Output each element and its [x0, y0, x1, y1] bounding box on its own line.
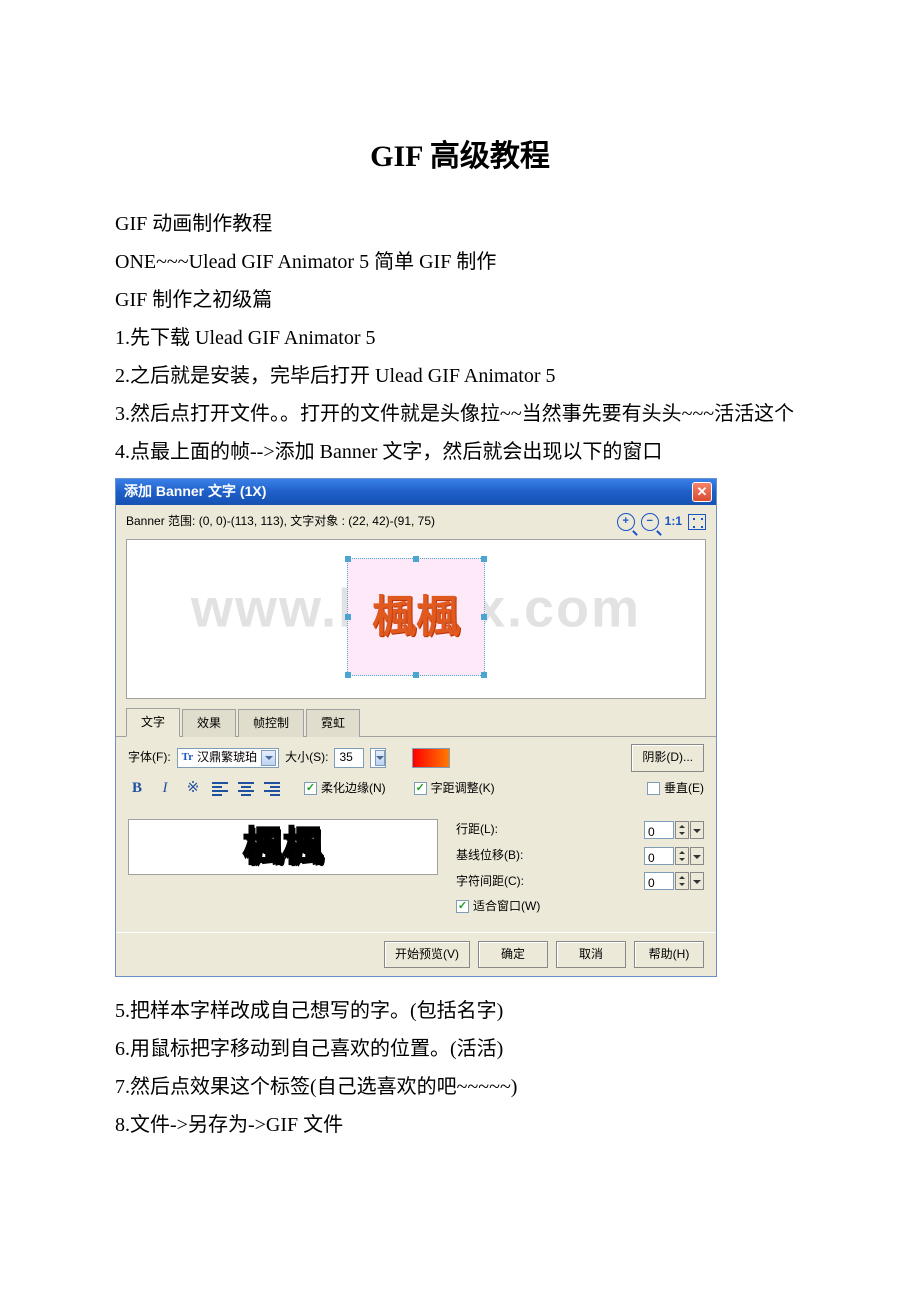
sample-textbox[interactable]: 楓楓 [128, 819, 438, 875]
size-dropdown[interactable] [370, 748, 386, 768]
align-left-icon[interactable] [212, 782, 228, 796]
body-text: 3.然后点打开文件。。打开的文件就是头像拉~~当然事先要有头头~~~活活这个 [115, 396, 805, 432]
tab-text[interactable]: 文字 [126, 708, 180, 738]
body-text: 8.文件->另存为->GIF 文件 [115, 1107, 805, 1143]
tab-effect[interactable]: 效果 [182, 709, 236, 738]
tab-neon[interactable]: 霓虹 [306, 709, 360, 738]
chevron-down-icon[interactable] [375, 750, 385, 766]
cancel-button[interactable]: 取消 [556, 941, 626, 969]
zoom-in-icon[interactable]: + [617, 513, 635, 531]
body-text: 6.用鼠标把字移动到自己喜欢的位置。(活活) [115, 1031, 805, 1067]
line-spacing-label: 行距(L): [456, 819, 498, 841]
soften-checkbox[interactable]: ✓ 柔化边缘(N) [304, 778, 386, 800]
kerning-checkbox[interactable]: ✓ 字距调整(K) [414, 778, 495, 800]
baseline-label: 基线位移(B): [456, 845, 523, 867]
size-input[interactable]: 35 [334, 748, 364, 768]
font-name-value: 汉鼎繁琥珀 [197, 747, 257, 769]
page-title: GIF 高级教程 [115, 130, 805, 184]
body-text: 1.先下载 Ulead GIF Animator 5 [115, 320, 805, 356]
chevron-down-icon[interactable] [261, 750, 276, 766]
body-text: 7.然后点效果这个标签(自己选喜欢的吧~~~~~) [115, 1069, 805, 1105]
dialog-title: 添加 Banner 文字 (1X) [124, 479, 692, 504]
vertical-label: 垂直(E) [664, 778, 704, 800]
dialog-info-row: Banner 范围: (0, 0)-(113, 113), 文字对象 : (22… [116, 505, 716, 539]
help-button[interactable]: 帮助(H) [634, 941, 704, 969]
kerning-label: 字距调整(K) [431, 778, 495, 800]
zoom-ratio-label[interactable]: 1:1 [665, 511, 682, 533]
line-spacing-value[interactable]: 0 [644, 821, 674, 839]
body-text: 5.把样本字样改成自己想写的字。(包括名字) [115, 993, 805, 1029]
body-text: ONE~~~Ulead GIF Animator 5 简单 GIF 制作 [115, 244, 805, 280]
close-icon[interactable]: ✕ [692, 482, 712, 502]
font-combo[interactable]: Tr 汉鼎繁琥珀 [177, 748, 279, 768]
align-center-icon[interactable] [238, 782, 254, 796]
truetype-icon: Tr [182, 748, 193, 768]
vertical-checkbox[interactable]: 垂直(E) [647, 778, 704, 800]
body-text: GIF 制作之初级篇 [115, 282, 805, 318]
shadow-button[interactable]: 阴影(D)... [631, 744, 704, 772]
controls-panel: 字体(F): Tr 汉鼎繁琥珀 大小(S): 35 阴影(D)... [116, 736, 716, 815]
body-text: 4.点最上面的帧-->添加 Banner 文字，然后就会出现以下的窗口 [115, 434, 805, 470]
tab-bar: 文字 效果 帧控制 霓虹 [116, 707, 716, 738]
text-object[interactable]: 楓楓 [347, 558, 485, 676]
zoom-out-icon[interactable]: − [641, 513, 659, 531]
char-spacing-value[interactable]: 0 [644, 872, 674, 890]
embedded-screenshot: 添加 Banner 文字 (1X) ✕ Banner 范围: (0, 0)-(1… [115, 478, 717, 977]
char-spacing-label: 字符间距(C): [456, 871, 524, 893]
fit-window-checkbox[interactable]: ✓ 适合窗口(W) [456, 896, 540, 918]
font-label: 字体(F): [128, 747, 171, 769]
line-spacing-spinner[interactable]: 0 [644, 821, 704, 839]
char-map-icon[interactable]: ※ [184, 780, 202, 798]
lower-panel: 楓楓 行距(L): 0 基线位移(B): 0 [116, 815, 716, 931]
preview-text: 楓楓 [372, 577, 460, 656]
fit-screen-icon[interactable] [688, 514, 706, 530]
baseline-spinner[interactable]: 0 [644, 847, 704, 865]
bold-icon[interactable]: B [128, 780, 146, 798]
dialog-footer: 开始预览(V) 确定 取消 帮助(H) [116, 932, 716, 977]
fit-window-label: 适合窗口(W) [473, 896, 540, 918]
tab-frame-control[interactable]: 帧控制 [238, 709, 304, 738]
preview-canvas[interactable]: www.bdocx.com 楓楓 [126, 539, 706, 699]
dialog-titlebar[interactable]: 添加 Banner 文字 (1X) ✕ [116, 479, 716, 505]
sample-text-value: 楓楓 [243, 811, 323, 883]
italic-icon[interactable]: I [156, 780, 174, 798]
ok-button[interactable]: 确定 [478, 941, 548, 969]
size-label: 大小(S): [285, 747, 328, 769]
body-text: 2.之后就是安装，完毕后打开 Ulead GIF Animator 5 [115, 358, 805, 394]
char-spacing-spinner[interactable]: 0 [644, 872, 704, 890]
add-banner-text-dialog: 添加 Banner 文字 (1X) ✕ Banner 范围: (0, 0)-(1… [115, 478, 717, 977]
soften-label: 柔化边缘(N) [321, 778, 386, 800]
body-text: GIF 动画制作教程 [115, 206, 805, 242]
text-color-swatch[interactable] [412, 748, 450, 768]
baseline-value[interactable]: 0 [644, 847, 674, 865]
start-preview-button[interactable]: 开始预览(V) [384, 941, 470, 969]
align-right-icon[interactable] [264, 782, 280, 796]
banner-range-text: Banner 范围: (0, 0)-(113, 113), 文字对象 : (22… [126, 511, 611, 533]
